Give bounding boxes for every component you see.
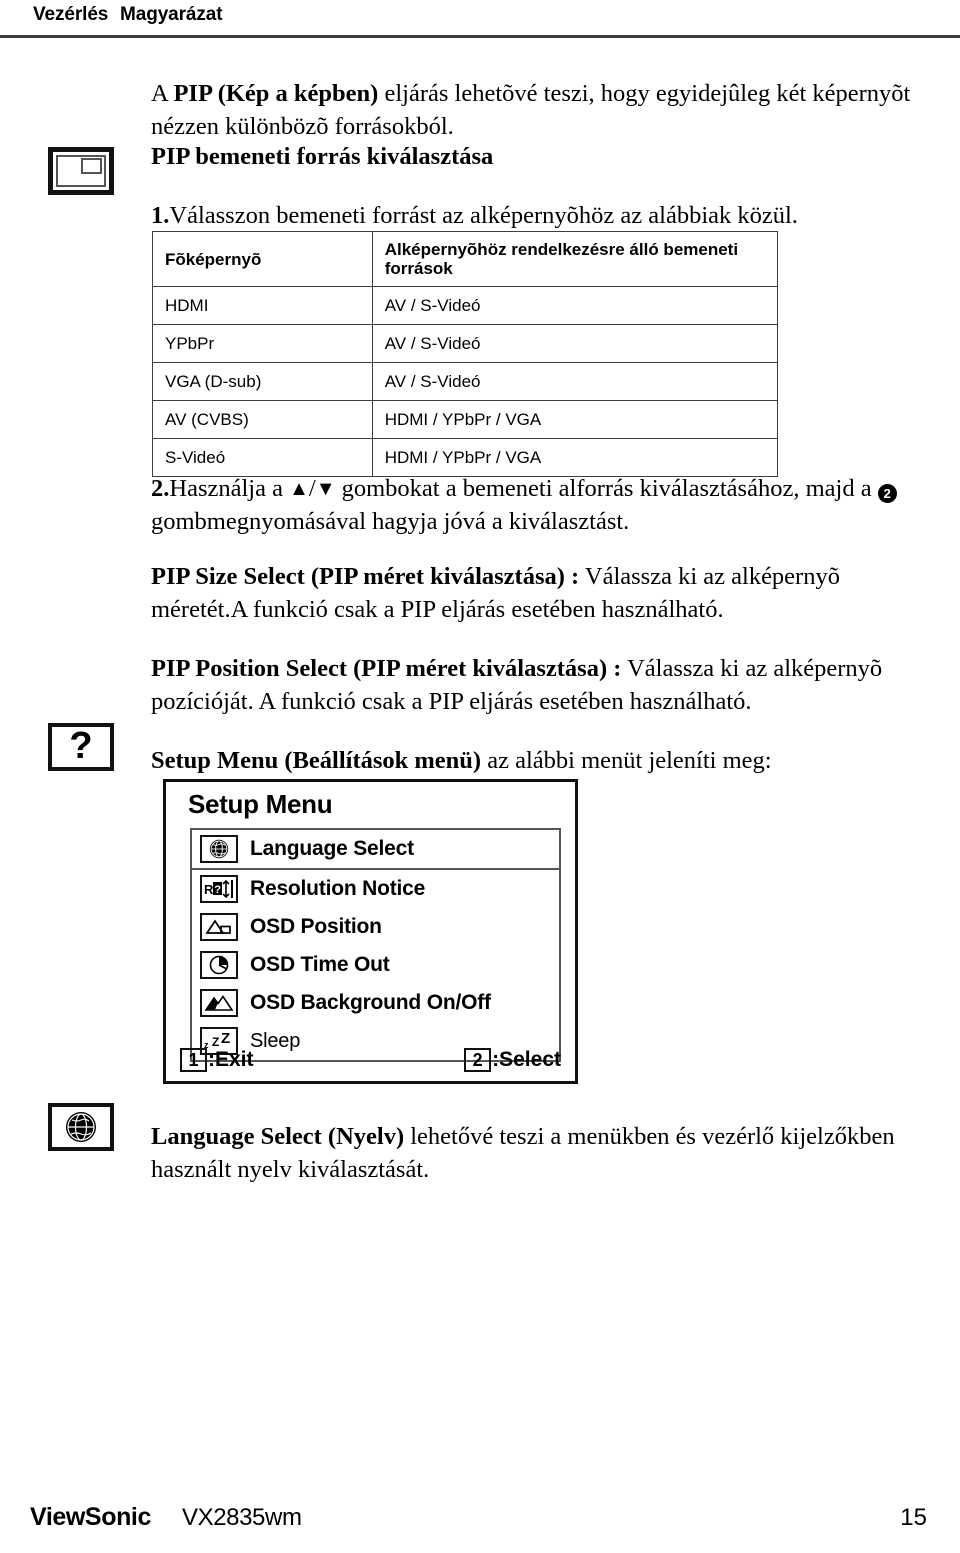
step-2-text-part2: gombokat a bemeneti alforrás kiválasztás…	[335, 474, 878, 502]
language-select-paragraph: Language Select (Nyelv) lehetővé teszi a…	[151, 1120, 951, 1186]
table-row: HDMI AV / S-Videó	[152, 286, 779, 325]
pip-source-heading: PIP bemeneti forrás kiválasztása	[151, 143, 494, 170]
header-column-control: Vezérlés	[33, 4, 109, 25]
button-2-icon: 2	[877, 483, 897, 503]
table-header-row: Fõképernyõ Alképernyõhöz rendelkezésre á…	[152, 231, 779, 287]
osd-menu-title: Setup Menu	[188, 789, 333, 819]
setup-menu-term: Setup Menu (Beállítások menü)	[151, 746, 482, 774]
page-footer: ViewSonic VX2835wm 15	[0, 1503, 960, 1537]
running-header: Vezérlés Magyarázat	[0, 0, 960, 38]
footer-brand: ViewSonic	[30, 1503, 151, 1531]
setup-menu-paragraph: Setup Menu (Beállítások menü) az alábbi …	[151, 744, 941, 777]
svg-text:?: ?	[214, 884, 221, 896]
intro-paragraph: A PIP (Kép a képben) eljárás lehetõvé te…	[151, 77, 941, 143]
table-cell-main: HDMI	[152, 286, 373, 325]
table-row: AV (CVBS) HDMI / YPbPr / VGA	[152, 400, 779, 439]
header-divider-rule	[0, 35, 960, 38]
osd-menu-item-resolution-notice[interactable]: R ? Resolution Notice	[192, 870, 559, 908]
clock-icon	[200, 951, 238, 979]
globe-glyph	[66, 1112, 96, 1142]
osd-setup-menu-screenshot: Setup Menu Language Select R ? Resolutio…	[163, 779, 578, 1084]
question-mark-glyph: ?	[69, 725, 93, 767]
table-header-sub-screen-sources: Alképernyõhöz rendelkezésre álló bemenet…	[371, 231, 779, 287]
mountain-image-icon	[200, 989, 238, 1017]
arrow-up-icon: ▲	[289, 477, 309, 500]
globe-glyph	[209, 839, 229, 859]
step-2-text-part1: Használja a	[169, 474, 290, 502]
osd-select-label: :Select	[492, 1048, 561, 1071]
osd-menu-item-osd-position[interactable]: OSD Position	[192, 908, 559, 946]
intro-term: PIP (Kép a képben)	[173, 79, 379, 107]
pip-picture-in-picture-icon	[48, 147, 114, 195]
globe-icon	[200, 835, 238, 863]
language-select-term: Language Select (Nyelv)	[151, 1122, 405, 1150]
resolution-glyph: R ?	[204, 879, 233, 899]
osd-menu-item-language-select[interactable]: Language Select	[192, 830, 559, 870]
question-mark-icon: ?	[48, 723, 114, 771]
table-header-main-screen: Fõképernyõ	[152, 231, 373, 287]
table-cell-sources: AV / S-Videó	[371, 362, 779, 401]
key-2-icon: 2	[464, 1048, 492, 1072]
pip-position-select-paragraph: PIP Position Select (PIP méret kiválaszt…	[151, 652, 941, 718]
pip-source-table: Fõképernyõ Alképernyõhöz rendelkezésre á…	[152, 231, 779, 477]
osd-exit-label: :Exit	[208, 1048, 254, 1071]
osd-menu-item-osd-background[interactable]: OSD Background On/Off	[192, 984, 559, 1022]
pip-size-select-term: PIP Size Select (PIP méret kiválasztása)…	[151, 562, 580, 590]
globe-icon	[48, 1103, 114, 1151]
osd-exit-hint[interactable]: 1:Exit	[180, 1048, 254, 1072]
arrow-down-icon: ▼	[315, 477, 336, 500]
step-2-paragraph: 2.Használja a ▲/▼ gombokat a bemeneti al…	[151, 472, 951, 538]
step-1-number: 1.	[151, 201, 170, 229]
header-column-explanation: Magyarázat	[120, 4, 223, 25]
table-cell-main: AV (CVBS)	[152, 400, 373, 439]
pip-size-select-paragraph: PIP Size Select (PIP méret kiválasztása)…	[151, 560, 941, 626]
osd-menu-list: Language Select R ? Resolution Notice OS…	[190, 828, 561, 1062]
osd-menu-item-label: OSD Position	[250, 915, 382, 938]
step-2-text-part3: gombmegnyomásával hagyja jóvá a kiválasz…	[151, 507, 630, 535]
osd-menu-item-label: OSD Time Out	[250, 953, 390, 976]
clock-glyph	[209, 955, 229, 975]
step-1-paragraph: 1.Válasszon bemeneti forrást az alképern…	[151, 199, 941, 232]
footer-model: VX2835wm	[182, 1504, 302, 1531]
setup-menu-text: az alábbi menüt jeleníti meg:	[481, 746, 772, 774]
resolution-icon: R ?	[200, 875, 238, 903]
osd-position-icon	[200, 913, 238, 941]
osd-menu-item-label: Language Select	[250, 837, 414, 860]
table-cell-main: VGA (D-sub)	[152, 362, 373, 401]
pip-sub-window	[81, 158, 102, 174]
table-cell-sources: HDMI / YPbPr / VGA	[371, 400, 779, 439]
table-row: YPbPr AV / S-Videó	[152, 324, 779, 363]
key-1-icon: 1	[180, 1048, 207, 1072]
mountain-image-glyph	[204, 995, 234, 1011]
table-cell-sources: AV / S-Videó	[371, 324, 779, 363]
table-cell-sources: AV / S-Videó	[371, 286, 779, 325]
pip-position-select-term: PIP Position Select (PIP méret kiválaszt…	[151, 654, 622, 682]
page-number: 15	[900, 1504, 927, 1531]
osd-menu-item-label: Resolution Notice	[250, 877, 426, 900]
osd-position-glyph	[205, 919, 231, 934]
table-row: VGA (D-sub) AV / S-Videó	[152, 362, 779, 401]
osd-select-hint[interactable]: 2:Select	[464, 1048, 561, 1072]
slash-separator: /	[308, 474, 316, 502]
step-1-text: Válasszon bemeneti forrást az alképernyõ…	[169, 201, 798, 229]
osd-menu-footer: 1:Exit 2:Select	[180, 1045, 561, 1075]
osd-menu-item-osd-time-out[interactable]: OSD Time Out	[192, 946, 559, 984]
svg-text:R: R	[204, 882, 214, 897]
step-2-number: 2.	[151, 474, 170, 502]
intro-lead: A	[151, 79, 174, 107]
osd-menu-item-label: OSD Background On/Off	[250, 991, 491, 1014]
table-cell-main: YPbPr	[152, 324, 373, 363]
